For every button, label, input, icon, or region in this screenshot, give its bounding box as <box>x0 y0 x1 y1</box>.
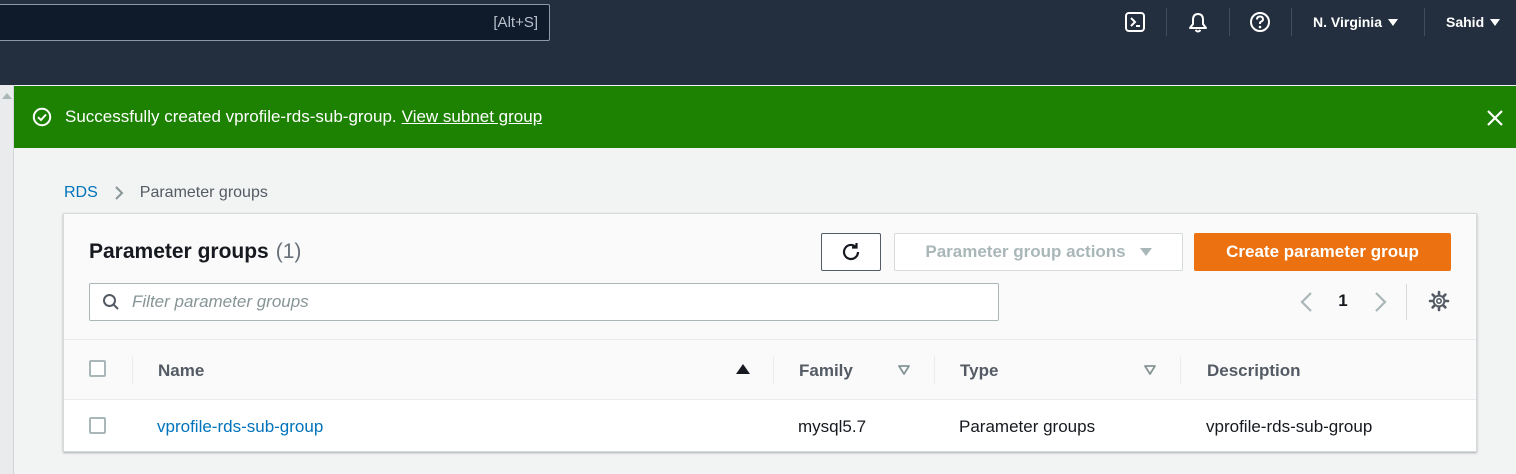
filter-field <box>89 283 999 321</box>
scroll-up-icon <box>2 93 12 99</box>
gear-icon[interactable] <box>1428 290 1450 312</box>
column-divider <box>132 356 133 384</box>
column-header-name[interactable]: Name <box>158 361 204 381</box>
column-header-type[interactable]: Type <box>960 361 998 381</box>
account-username: Sahid <box>1446 14 1485 30</box>
column-divider <box>1180 356 1181 384</box>
parameter-group-name-link[interactable]: vprofile-rds-sub-group <box>157 417 323 437</box>
column-divider <box>934 356 935 384</box>
family-cell: mysql5.7 <box>798 417 867 436</box>
caret-down-icon <box>1139 248 1152 256</box>
pager-divider <box>1406 284 1407 320</box>
region-label: N. Virginia <box>1313 14 1382 30</box>
row-checkbox[interactable] <box>89 417 106 434</box>
flash-message-text: Successfully created vprofile-rds-sub-gr… <box>65 107 397 126</box>
global-search-input[interactable]: [Alt+S] <box>0 4 550 41</box>
cloudshell-icon[interactable] <box>1123 10 1147 34</box>
close-icon[interactable] <box>1484 107 1506 129</box>
sort-icon[interactable] <box>898 365 910 375</box>
region-selector[interactable]: N. Virginia <box>1313 14 1398 30</box>
nav-divider <box>1166 8 1167 36</box>
help-icon[interactable] <box>1248 10 1272 34</box>
create-parameter-group-button[interactable]: Create parameter group <box>1194 233 1451 271</box>
column-header-family[interactable]: Family <box>799 361 853 381</box>
check-circle-icon <box>32 107 52 127</box>
type-cell: Parameter groups <box>959 417 1096 436</box>
top-navigation: [Alt+S] N. Virginia Sahid <box>0 0 1516 85</box>
account-menu[interactable]: Sahid <box>1446 14 1501 30</box>
sort-ascending-icon[interactable] <box>736 364 750 374</box>
description-cell: vprofile-rds-sub-group <box>1206 417 1373 436</box>
breadcrumb: RDS Parameter groups <box>64 184 268 202</box>
flash-message: Successfully created vprofile-rds-sub-gr… <box>65 107 542 127</box>
filter-input[interactable] <box>132 284 992 320</box>
view-subnet-group-link[interactable]: View subnet group <box>402 107 543 126</box>
nav-divider <box>1291 8 1292 36</box>
select-all-checkbox[interactable] <box>89 360 106 377</box>
caret-down-icon <box>1490 18 1501 26</box>
breadcrumb-current: Parameter groups <box>139 184 268 201</box>
panel-header: Parameter groups (1) Parameter group acti… <box>64 214 1476 340</box>
nav-divider <box>1424 8 1425 36</box>
parameter-groups-panel: Parameter groups (1) Parameter group acti… <box>63 213 1477 452</box>
parameter-group-actions-dropdown[interactable]: Parameter group actions <box>894 233 1183 271</box>
table-header: Name Family Type Description <box>64 340 1476 400</box>
current-page-number[interactable]: 1 <box>1330 291 1356 311</box>
chevron-left-icon[interactable] <box>1297 290 1317 314</box>
table-row[interactable]: vprofile-rds-sub-group mysql5.7 Paramete… <box>64 401 1476 451</box>
refresh-button[interactable] <box>821 233 881 271</box>
actions-label: Parameter group actions <box>925 242 1126 261</box>
search-icon <box>103 294 119 310</box>
caret-down-icon <box>1387 18 1398 26</box>
refresh-icon <box>842 243 860 261</box>
panel-title-text: Parameter groups <box>89 240 269 263</box>
column-header-description: Description <box>1207 361 1301 380</box>
search-shortcut-hint: [Alt+S] <box>493 14 538 31</box>
side-navigation-toggle[interactable] <box>0 85 14 474</box>
breadcrumb-rds-link[interactable]: RDS <box>64 184 98 202</box>
chevron-right-icon <box>114 185 124 201</box>
page-title: Parameter groups (1) <box>89 240 301 264</box>
bell-icon[interactable] <box>1186 10 1210 34</box>
success-flashbar: Successfully created vprofile-rds-sub-gr… <box>14 86 1516 148</box>
column-divider <box>773 356 774 384</box>
sort-icon[interactable] <box>1144 365 1156 375</box>
item-count: (1) <box>275 240 302 263</box>
chevron-right-icon[interactable] <box>1370 290 1390 314</box>
nav-divider <box>1229 8 1230 36</box>
